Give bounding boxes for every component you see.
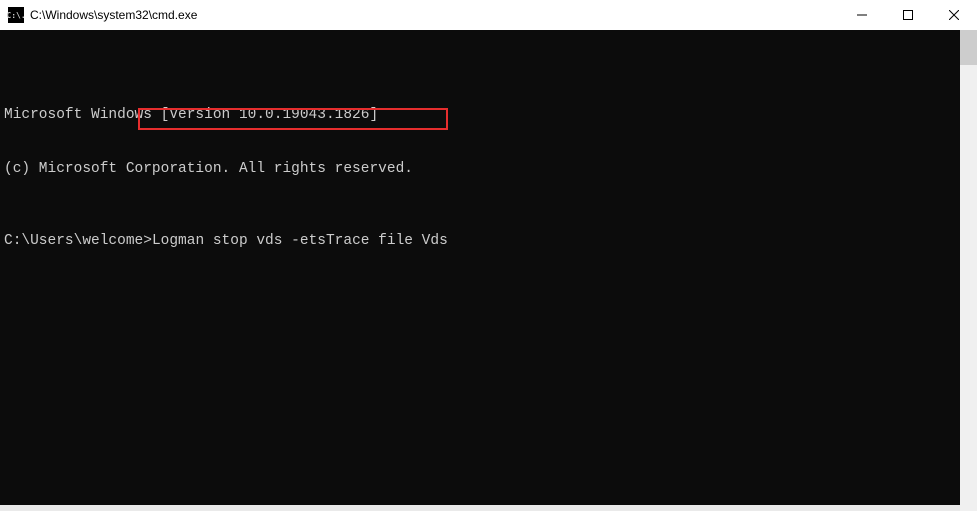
terminal-output-line: (c) Microsoft Corporation. All rights re… [4,160,977,178]
window-title: C:\Windows\system32\cmd.exe [30,8,839,22]
minimize-icon [857,10,867,20]
minimize-button[interactable] [839,0,885,30]
close-button[interactable] [931,0,977,30]
terminal-content: Microsoft Windows [Version 10.0.19043.18… [4,70,977,304]
terminal-prompt: C:\Users\welcome> [4,233,152,249]
terminal-prompt-line: C:\Users\welcome>Logman stop vds -etsTra… [4,232,977,250]
window-controls [839,0,977,30]
close-icon [949,10,959,20]
terminal-output-line: Microsoft Windows [Version 10.0.19043.18… [4,106,977,124]
scrollbar-thumb[interactable] [960,30,977,65]
window-bottom-edge [0,505,960,511]
maximize-button[interactable] [885,0,931,30]
terminal-area[interactable]: Microsoft Windows [Version 10.0.19043.18… [0,30,977,511]
terminal-command: Logman stop vds -etsTrace file Vds [152,233,448,249]
cmd-icon: C:\. [8,7,24,23]
window-titlebar: C:\. C:\Windows\system32\cmd.exe [0,0,977,30]
vertical-scrollbar[interactable] [960,30,977,511]
maximize-icon [903,10,913,20]
